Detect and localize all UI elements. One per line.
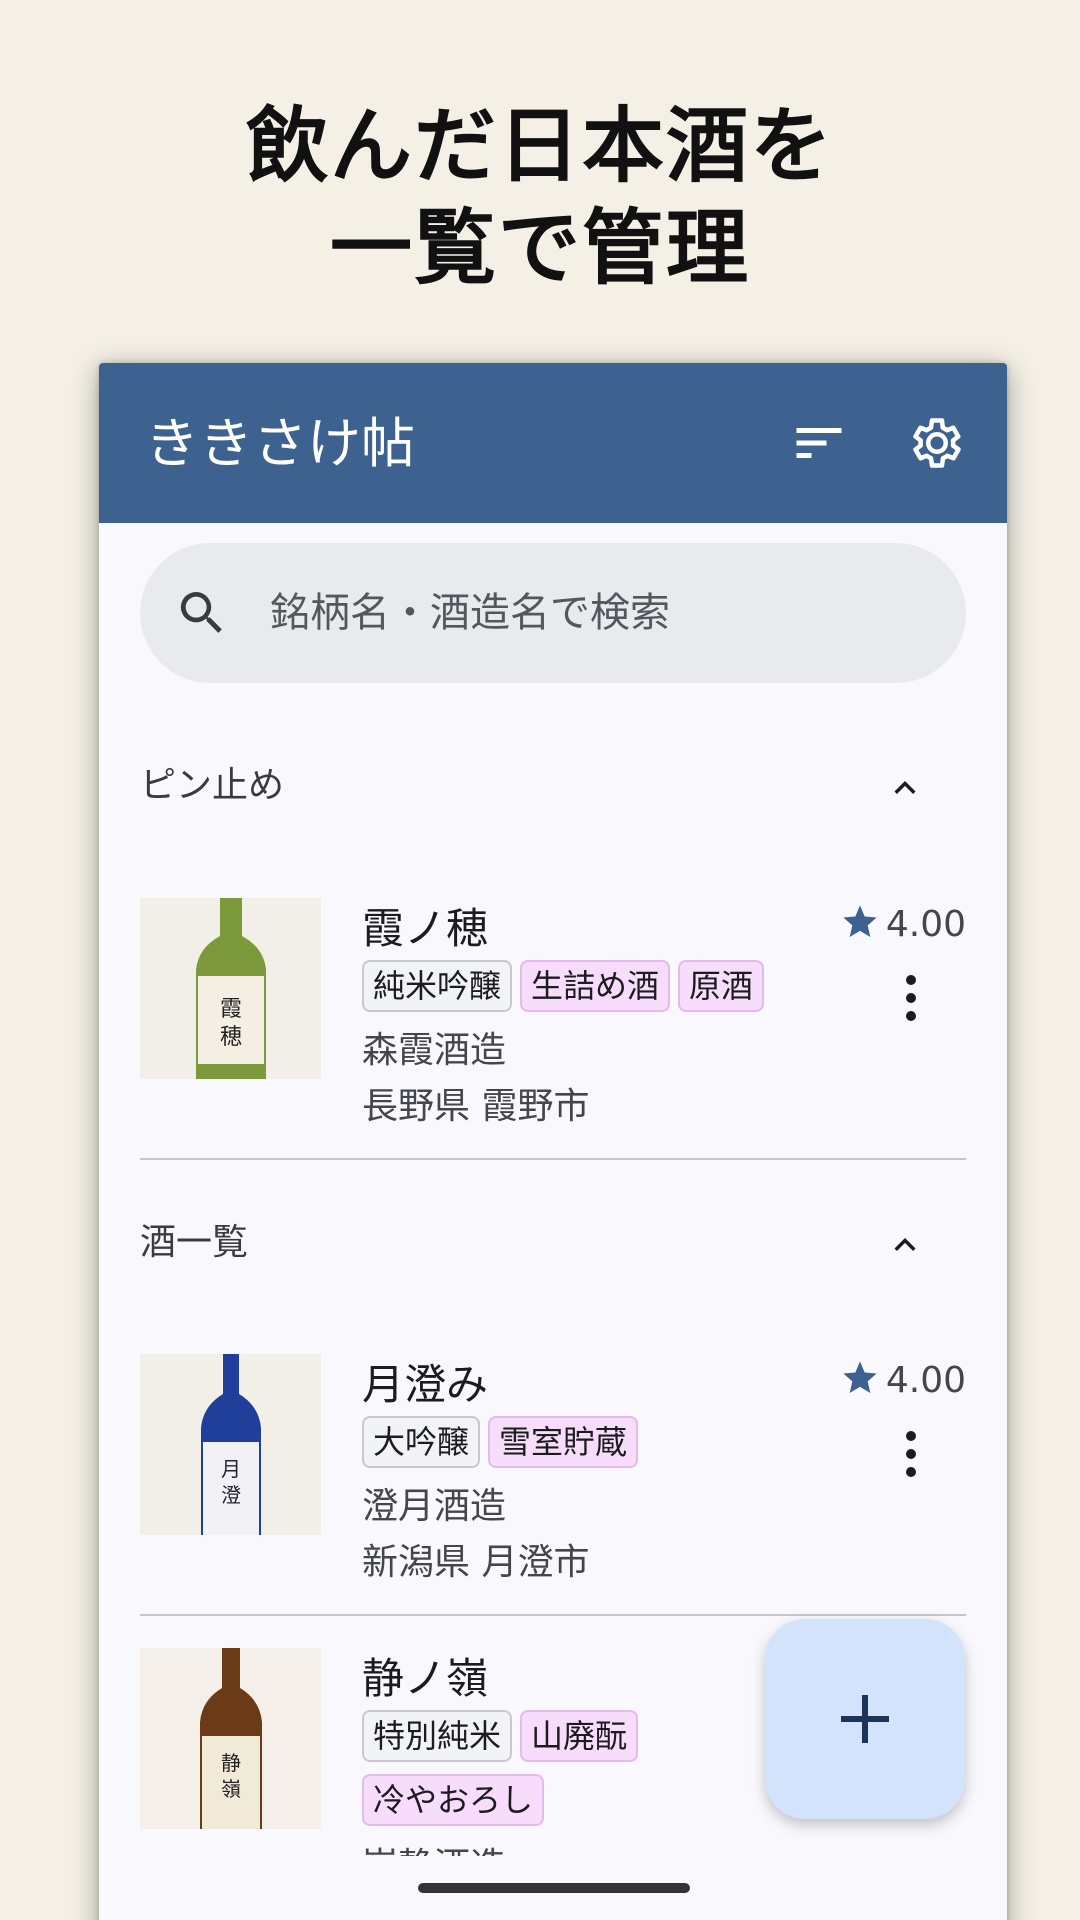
tag-feature: 原酒: [678, 960, 765, 1012]
promo-headline-line1: 飲んだ日本酒を: [245, 98, 834, 194]
section-title-list: 酒一覧: [140, 1222, 249, 1263]
brewery-name: 澄月酒造: [362, 1486, 507, 1527]
brewery-name: 嶺静酒造: [362, 1844, 506, 1856]
sake-name: 霞ノ穂: [362, 904, 489, 953]
rating-value: 4.00: [885, 904, 966, 945]
tag-feature: 生詰め酒: [520, 960, 671, 1012]
list-item[interactable]: 霞 穂 霞ノ穂 純米吟醸 生詰め酒 原酒 森霞酒造 長野県 霞野市 4.00: [140, 898, 966, 1127]
brewery-location: 長野県 霞野市: [362, 1086, 590, 1127]
tag-feature: 山廃酛: [520, 1710, 639, 1762]
app-bar: ききさけ帖: [99, 363, 1007, 523]
tag-grade: 特別純米: [362, 1710, 513, 1762]
more-vert-icon[interactable]: [904, 1430, 918, 1478]
svg-text:霞: 霞: [220, 997, 242, 1022]
svg-text:穂: 穂: [220, 1025, 242, 1050]
divider: [140, 1158, 966, 1160]
brewery-location: 新潟県 月澄市: [362, 1542, 590, 1583]
sake-name: 月澄み: [362, 1360, 489, 1409]
chevron-up-icon[interactable]: [884, 767, 926, 809]
app-title: ききさけ帖: [145, 412, 415, 475]
star-icon: [843, 1361, 877, 1393]
tag-list: 大吟醸 雪室貯蔵: [362, 1416, 832, 1480]
divider: [140, 1614, 966, 1616]
home-indicator[interactable]: [418, 1883, 690, 1893]
section-header-pinned[interactable]: ピン止め: [140, 753, 966, 823]
brewery-name: 森霞酒造: [362, 1030, 507, 1071]
star-icon: [843, 905, 877, 937]
section-title-pinned: ピン止め: [140, 765, 285, 806]
page: 飲んだ日本酒を 一覧で管理 銘柄名・酒造名で検索 ピン止め 霞 穂 霞ノ穂 純米…: [0, 0, 1080, 1920]
sake-name: 静ノ嶺: [362, 1654, 489, 1703]
sake-bottle-image: 静 嶺: [140, 1648, 321, 1829]
promo-headline: 飲んだ日本酒を 一覧で管理: [0, 95, 1080, 299]
rating: 4.00: [840, 1358, 966, 1404]
search-icon: [180, 592, 222, 633]
tag-list: 純米吟醸 生詰め酒 原酒: [362, 960, 832, 1024]
tag-grade: 大吟醸: [362, 1416, 481, 1468]
svg-text:静: 静: [221, 1751, 241, 1775]
rating-value: 4.00: [885, 1360, 966, 1401]
promo-headline-line2: 一覧で管理: [329, 200, 750, 296]
plus-icon: [841, 1695, 889, 1743]
tag-list: 特別純米 山廃酛冷やおろし: [362, 1710, 742, 1838]
search-input[interactable]: 銘柄名・酒造名で検索: [270, 589, 670, 637]
svg-text:嶺: 嶺: [221, 1777, 241, 1801]
list-item[interactable]: 月 澄 月澄み 大吟醸 雪室貯蔵 澄月酒造 新潟県 月澄市 4.00: [140, 1354, 966, 1583]
chevron-up-icon[interactable]: [884, 1224, 926, 1266]
svg-text:月: 月: [221, 1457, 241, 1481]
sake-bottle-image: 霞 穂: [140, 898, 321, 1079]
app-screen: 銘柄名・酒造名で検索 ピン止め 霞 穂 霞ノ穂 純米吟醸 生詰め酒 原酒 森霞酒…: [99, 363, 1007, 1920]
more-vert-icon[interactable]: [904, 974, 918, 1022]
tag-feature: 雪室貯蔵: [488, 1416, 639, 1468]
rating: 4.00: [840, 902, 966, 948]
tag-grade: 純米吟醸: [362, 960, 513, 1012]
sake-bottle-image: 月 澄: [140, 1354, 321, 1535]
sort-icon[interactable]: [789, 413, 849, 473]
search-bar[interactable]: 銘柄名・酒造名で検索: [140, 543, 966, 683]
gear-icon[interactable]: [907, 413, 967, 473]
section-header-list[interactable]: 酒一覧: [140, 1210, 966, 1280]
add-sake-button[interactable]: [765, 1619, 965, 1819]
tag-feature: 冷やおろし: [362, 1774, 545, 1826]
svg-text:澄: 澄: [221, 1483, 241, 1507]
